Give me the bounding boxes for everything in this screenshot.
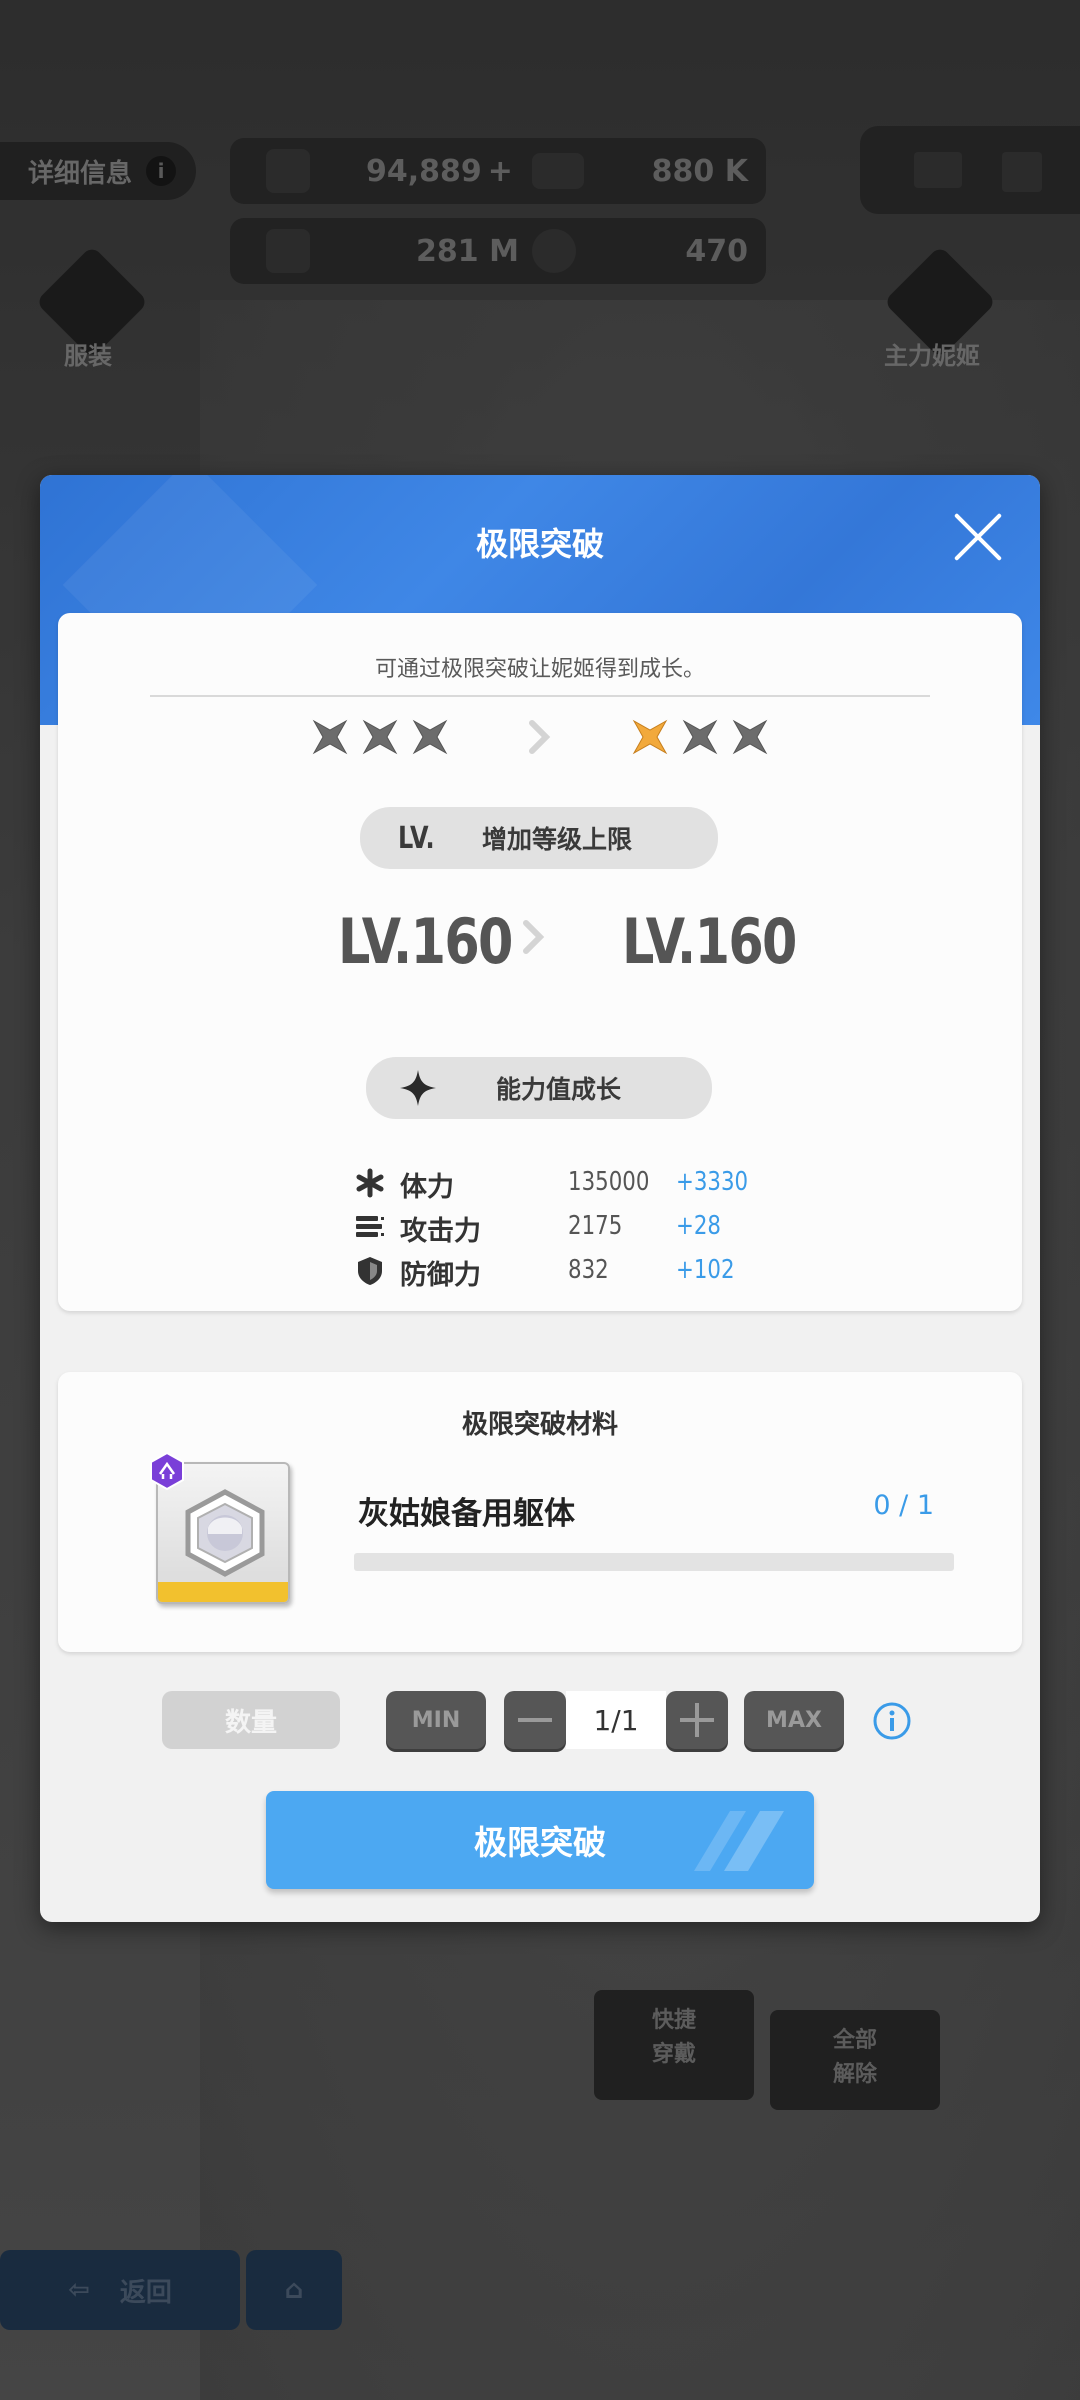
level-cap-header: LV. 增加等级上限 [360,807,718,869]
stat-increase: +3330 [676,1167,749,1197]
stat-growth-header: 能力值成长 [366,1057,712,1119]
stat-row-hp: 体力 135000 +3330 [58,1161,1022,1205]
button-stripe-decoration [694,1811,784,1871]
material-name: 灰姑娘备用躯体 [358,1496,575,1532]
stat-name: 防御力 [400,1260,481,1291]
stat-value: 2175 [568,1211,623,1241]
increment-button[interactable] [666,1691,728,1749]
limit-break-button[interactable]: 极限突破 [266,1791,814,1889]
stat-increase: +28 [676,1211,721,1241]
stat-increase: +102 [676,1255,735,1285]
limit-break-button-label: 极限突破 [474,1823,606,1862]
materials-title: 极限突破材料 [461,1410,618,1440]
stat-name: 攻击力 [400,1216,481,1247]
stat-row-attack: 攻击力 2175 +28 [58,1205,1022,1249]
description-text: 可通过极限突破让妮姬得到成长。 [374,657,705,682]
level-after: LV.160 [622,905,797,978]
hp-icon [354,1167,386,1199]
star-after-1-icon [632,719,668,755]
star-after-3-icon [732,719,768,755]
material-count: 0 / 1 [873,1490,934,1521]
sparkle-icon [400,1070,436,1106]
minus-icon [518,1718,552,1722]
decrement-button[interactable] [504,1691,566,1749]
limit-break-info-card: 可通过极限突破让妮姬得到成长。 LV. 增加等级上限 LV.160 LV.160… [58,613,1022,1311]
arrow-right-icon [528,719,554,755]
stat-value: 832 [568,1255,609,1285]
dialog-title: 极限突破 [475,525,604,563]
limit-break-dialog: 极限突破 可通过极限突破让妮姬得到成长。 LV. 增加等级上限 LV.160 L… [40,475,1040,1922]
stat-value: 135000 [568,1167,650,1197]
star-after-2-icon [682,719,718,755]
material-progress-bar [354,1553,954,1571]
level-cap-label: 增加等级上限 [482,825,633,854]
max-button[interactable]: MAX [744,1691,844,1749]
rarity-bar [158,1582,288,1602]
level-before: LV.160 [338,905,513,978]
defense-icon [354,1255,386,1287]
quantity-input[interactable]: 1/1 [566,1691,666,1749]
plus-icon [680,1703,714,1737]
rarity-badge-icon [148,1451,186,1491]
min-button[interactable]: MIN [386,1691,486,1749]
info-icon[interactable] [872,1701,912,1741]
attack-icon [354,1211,386,1243]
close-icon[interactable] [952,511,1004,563]
stat-name: 体力 [400,1172,454,1203]
level-arrow-icon [522,919,548,955]
stat-growth-label: 能力值成长 [496,1075,622,1104]
star-before-3-icon [412,719,448,755]
spare-body-icon [180,1488,270,1578]
level-prefix: LV. [398,820,435,856]
quantity-label: 数量 [162,1691,340,1749]
divider [150,695,930,697]
stat-row-defense: 防御力 832 +102 [58,1249,1022,1293]
star-before-2-icon [362,719,398,755]
materials-card: 极限突破材料 灰姑娘备用躯体 0 / 1 [58,1372,1022,1652]
star-before-1-icon [312,719,348,755]
